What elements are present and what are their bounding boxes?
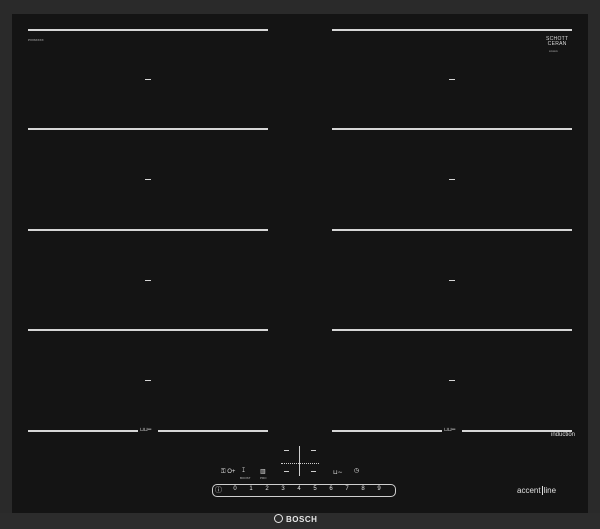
schott-ceran-logo: SCHOTT CERAN — [546, 37, 568, 47]
zone-mark-right-1[interactable] — [449, 79, 455, 80]
boost-label: BOOST — [240, 476, 251, 480]
frame-top — [0, 0, 600, 14]
slider-digit-2[interactable]: 2 — [264, 486, 270, 492]
timer-icon[interactable]: ◷ — [354, 467, 359, 474]
zone-line-right-1 — [332, 29, 572, 31]
zone-mark-left-4[interactable] — [145, 380, 151, 381]
zone-line-right-2 — [332, 128, 572, 130]
display-dash-tl — [284, 450, 289, 451]
zone-line-right-5a — [332, 430, 442, 432]
slider-digit-3[interactable]: 3 — [280, 486, 286, 492]
schott-ceran-subtext: xxxxxxx — [549, 50, 558, 53]
accent-line-logo: accent line — [517, 486, 557, 496]
bosch-brand: BOSCH — [286, 515, 318, 524]
zone-line-left-5a — [28, 430, 138, 432]
pro-label: PRO — [260, 476, 267, 480]
line-text: line — [543, 486, 557, 495]
glass-surface — [12, 14, 588, 513]
display-dotted-line — [281, 463, 319, 464]
slider-digit-4[interactable]: 4 — [296, 486, 302, 492]
zone-mark-left-1[interactable] — [145, 79, 151, 80]
ceran-text: CERAN — [547, 41, 567, 47]
child-lock-wipe-button[interactable]: ⚿ O+ — [221, 469, 235, 476]
slider-digit-7[interactable]: 7 — [344, 486, 350, 492]
slider-digit-1[interactable]: 1 — [248, 486, 254, 492]
zone-line-left-1 — [28, 29, 268, 31]
zone-line-left-5b — [158, 430, 268, 432]
display-dash-tr — [311, 450, 316, 451]
model-code: PXX6XXXX — [28, 38, 44, 42]
center-divider-line — [299, 446, 300, 476]
boost-button[interactable]: ꕯ — [242, 468, 245, 475]
zone-line-right-4 — [332, 329, 572, 331]
slider-digit-9[interactable]: 9 — [376, 486, 382, 492]
cooktop: ⊔⊔═ ⊔⊔═ PXX6XXXX SCHOTT CERAN xxxxxxx in… — [0, 0, 600, 529]
zone-mark-right-4[interactable] — [449, 380, 455, 381]
zone-line-left-4 — [28, 329, 268, 331]
frame-left — [0, 0, 12, 529]
slider-digit-5[interactable]: 5 — [312, 486, 318, 492]
flex-zone-left-icon: ⊔⊔═ — [140, 427, 152, 433]
zone-line-left-2 — [28, 128, 268, 130]
zone-mark-right-2[interactable] — [449, 179, 455, 180]
slider-digit-0[interactable]: 0 — [232, 486, 238, 492]
display-dash-bl — [284, 471, 289, 472]
zone-mark-right-3[interactable] — [449, 280, 455, 281]
induction-label: induction — [551, 432, 576, 438]
flex-mode-button[interactable]: ⊔∼ — [333, 469, 343, 476]
frame-right — [588, 0, 600, 529]
flex-zone-right-icon: ⊔⊔═ — [444, 427, 456, 433]
zone-mark-left-3[interactable] — [145, 280, 151, 281]
zone-line-left-3 — [28, 229, 268, 231]
accent-text: accent — [517, 486, 541, 495]
pro-button[interactable]: ▥ — [260, 468, 266, 475]
power-slider[interactable] — [212, 484, 396, 497]
accent-divider — [541, 486, 543, 496]
zone-line-right-3 — [332, 229, 572, 231]
power-icon[interactable]: ⓘ — [215, 485, 222, 495]
slider-digit-6[interactable]: 6 — [328, 486, 334, 492]
bosch-logo-icon — [274, 514, 283, 523]
display-dash-br — [311, 471, 316, 472]
zone-mark-left-2[interactable] — [145, 179, 151, 180]
slider-digit-8[interactable]: 8 — [360, 486, 366, 492]
